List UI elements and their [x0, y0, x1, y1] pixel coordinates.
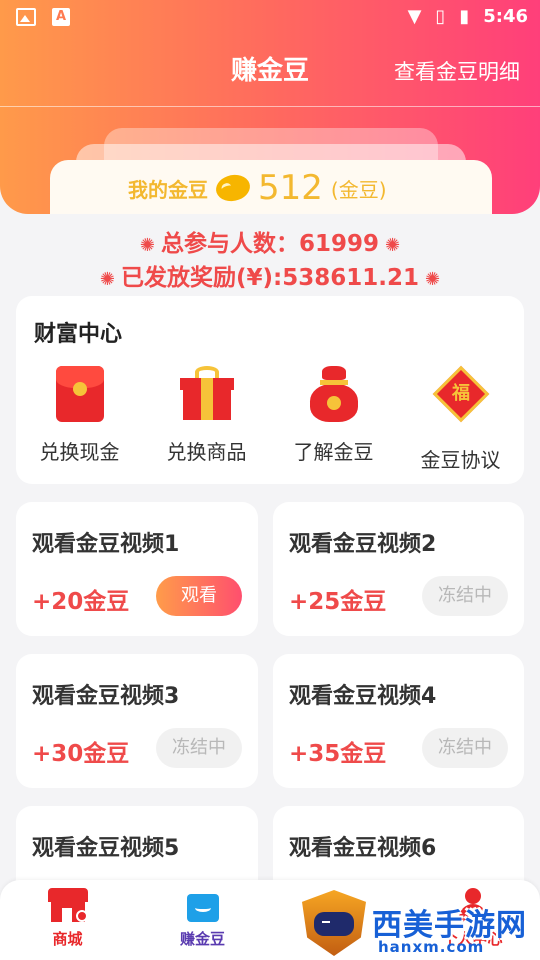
frozen-button[interactable]: 冻结中	[422, 576, 508, 616]
header-divider	[0, 106, 540, 107]
sparkle-icon: ✺	[425, 269, 441, 290]
video-card: 观看金豆视频3 +30金豆 冻结中	[16, 654, 258, 788]
video-card: 观看金豆视频4 +35金豆 冻结中	[273, 654, 524, 788]
participants-stat: ✺ 总参与人数：61999 ✺	[0, 224, 540, 258]
rewards-text: 已发放奖励(¥):538611.21	[121, 265, 419, 291]
frozen-button[interactable]: 冻结中	[156, 728, 242, 768]
fortune-diamond-icon: 福	[432, 365, 489, 423]
video-title: 观看金豆视频4	[289, 684, 437, 709]
participants-text: 总参与人数：61999	[160, 231, 380, 257]
wifi-icon: ▼	[407, 6, 422, 27]
exchange-cash-item[interactable]: 兑换现金	[16, 366, 143, 473]
money-bag-icon	[308, 366, 360, 422]
shopping-bag-icon	[183, 888, 223, 924]
rewards-stat: ✺ 已发放奖励(¥):538611.21 ✺	[0, 258, 540, 292]
status-bar: A ▼ ▯ ▮ 5:46	[0, 0, 540, 36]
video-title: 观看金豆视频5	[32, 836, 180, 861]
tab-earn-coins-label: 赚金豆	[179, 930, 225, 948]
coin-balance-amount: 512	[258, 168, 323, 208]
tab-earn-coins[interactable]: 赚金豆	[135, 880, 270, 960]
about-coins-label: 了解金豆	[293, 440, 374, 464]
coin-agreement-item[interactable]: 福 金豆协议	[397, 365, 524, 473]
red-envelope-icon	[55, 366, 104, 422]
watch-button[interactable]: 观看	[156, 576, 242, 616]
tab-mall[interactable]: 商城	[0, 880, 135, 960]
exchange-cash-label: 兑换现金	[39, 440, 120, 464]
header-banner: A ▼ ▯ ▮ 5:46 赚金豆 查看金豆明细 我的金豆 512 (金豆)	[0, 0, 540, 214]
title-bar: 赚金豆 查看金豆明细	[0, 44, 540, 94]
coin-balance: 我的金豆 512 (金豆)	[128, 168, 387, 208]
video-reward: +20金豆	[32, 589, 130, 615]
video-title: 观看金豆视频3	[32, 684, 180, 709]
gallery-notification-icon	[16, 8, 36, 26]
video-title: 观看金豆视频1	[32, 532, 180, 557]
shop-icon	[47, 888, 88, 924]
video-card: 观看金豆视频1 +20金豆 观看	[16, 502, 258, 636]
coin-balance-unit: (金豆)	[330, 177, 387, 202]
video-title: 观看金豆视频6	[289, 836, 437, 861]
video-reward: +35金豆	[289, 741, 387, 767]
no-sim-icon: ▯	[435, 6, 446, 27]
gamepad-icon	[314, 912, 354, 936]
status-time: 5:46	[483, 6, 528, 27]
gold-bean-icon	[212, 169, 254, 207]
coin-agreement-label: 金豆协议	[420, 448, 501, 472]
video-reward: +25金豆	[289, 589, 387, 615]
exchange-goods-label: 兑换商品	[166, 440, 247, 464]
sparkle-icon: ✺	[139, 235, 155, 256]
coin-balance-label: 我的金豆	[128, 177, 208, 202]
exchange-goods-item[interactable]: 兑换商品	[143, 366, 270, 473]
wealth-center-card: 财富中心 兑换现金 兑换商品 了解金豆 福 金豆协议	[16, 296, 524, 484]
sparkle-icon: ✺	[99, 269, 115, 290]
video-reward: +30金豆	[32, 741, 130, 767]
coin-detail-link[interactable]: 查看金豆明细	[394, 56, 520, 86]
about-coins-item[interactable]: 了解金豆	[270, 366, 397, 473]
frozen-button[interactable]: 冻结中	[422, 728, 508, 768]
wealth-center-title: 财富中心	[34, 322, 123, 347]
gift-box-icon	[179, 366, 234, 420]
watermark-url: hanxm.com	[378, 938, 485, 956]
app-notification-icon: A	[52, 8, 70, 26]
video-title: 观看金豆视频2	[289, 532, 437, 557]
sparkle-icon: ✺	[385, 235, 401, 256]
video-card: 观看金豆视频2 +25金豆 冻结中	[273, 502, 524, 636]
tab-mall-label: 商城	[52, 930, 83, 948]
battery-icon: ▮	[459, 6, 470, 27]
